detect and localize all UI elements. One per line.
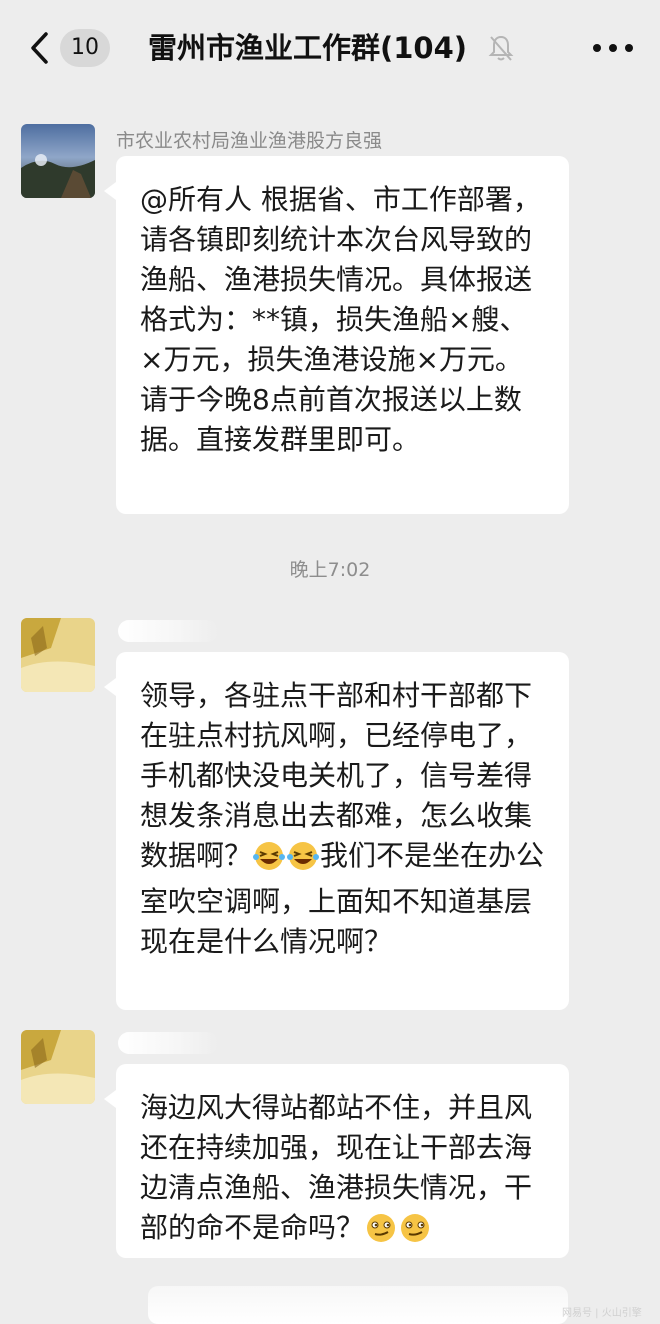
avatar[interactable]	[21, 124, 95, 198]
more-button[interactable]	[588, 38, 638, 58]
chevron-left-icon	[31, 32, 48, 64]
unread-count-badge[interactable]: 10	[60, 29, 110, 67]
more-dots-icon	[593, 44, 633, 52]
chat-title: 雷州市渔业工作群(104)	[148, 31, 468, 65]
chat-header: 10 雷州市渔业工作群(104)	[0, 0, 660, 96]
avatar[interactable]	[21, 618, 95, 692]
message-bubble[interactable]: @所有人 根据省、市工作部署，请各镇即刻统计本次台风导致的渔船、渔港损失情况。具…	[104, 156, 569, 514]
message-text: 海边风大得站都站不住，并且风还在持续加强，现在让干部去海边清点渔船、渔港损失情况…	[140, 1091, 533, 1244]
avatar[interactable]	[21, 1030, 95, 1104]
message-timestamp: 晚上7:02	[289, 559, 371, 581]
grinning-squint-tears-emoji	[252, 841, 286, 882]
message-bubble[interactable]: 领导，各驻点干部和村干部都下在驻点村抗风啊，已经停电了，手机都快没电关机了，信号…	[104, 652, 569, 1010]
smirk-face-emoji	[364, 1213, 398, 1254]
sender-name: 市农业农村局渔业渔港股方良强	[116, 130, 383, 152]
smirk-face-emoji	[398, 1213, 432, 1254]
grinning-squint-tears-emoji	[286, 841, 320, 882]
blurred-sender-name	[118, 1032, 218, 1054]
back-button[interactable]	[26, 26, 56, 70]
partial-message-bubble[interactable]	[148, 1286, 568, 1324]
watermark: 网易号 | 火山引擎	[562, 1308, 642, 1319]
message-bubble[interactable]: 海边风大得站都站不住，并且风还在持续加强，现在让干部去海边清点渔船、渔港损失情况…	[104, 1064, 569, 1258]
muted-bell-icon	[488, 33, 514, 63]
blurred-sender-name	[118, 620, 218, 642]
